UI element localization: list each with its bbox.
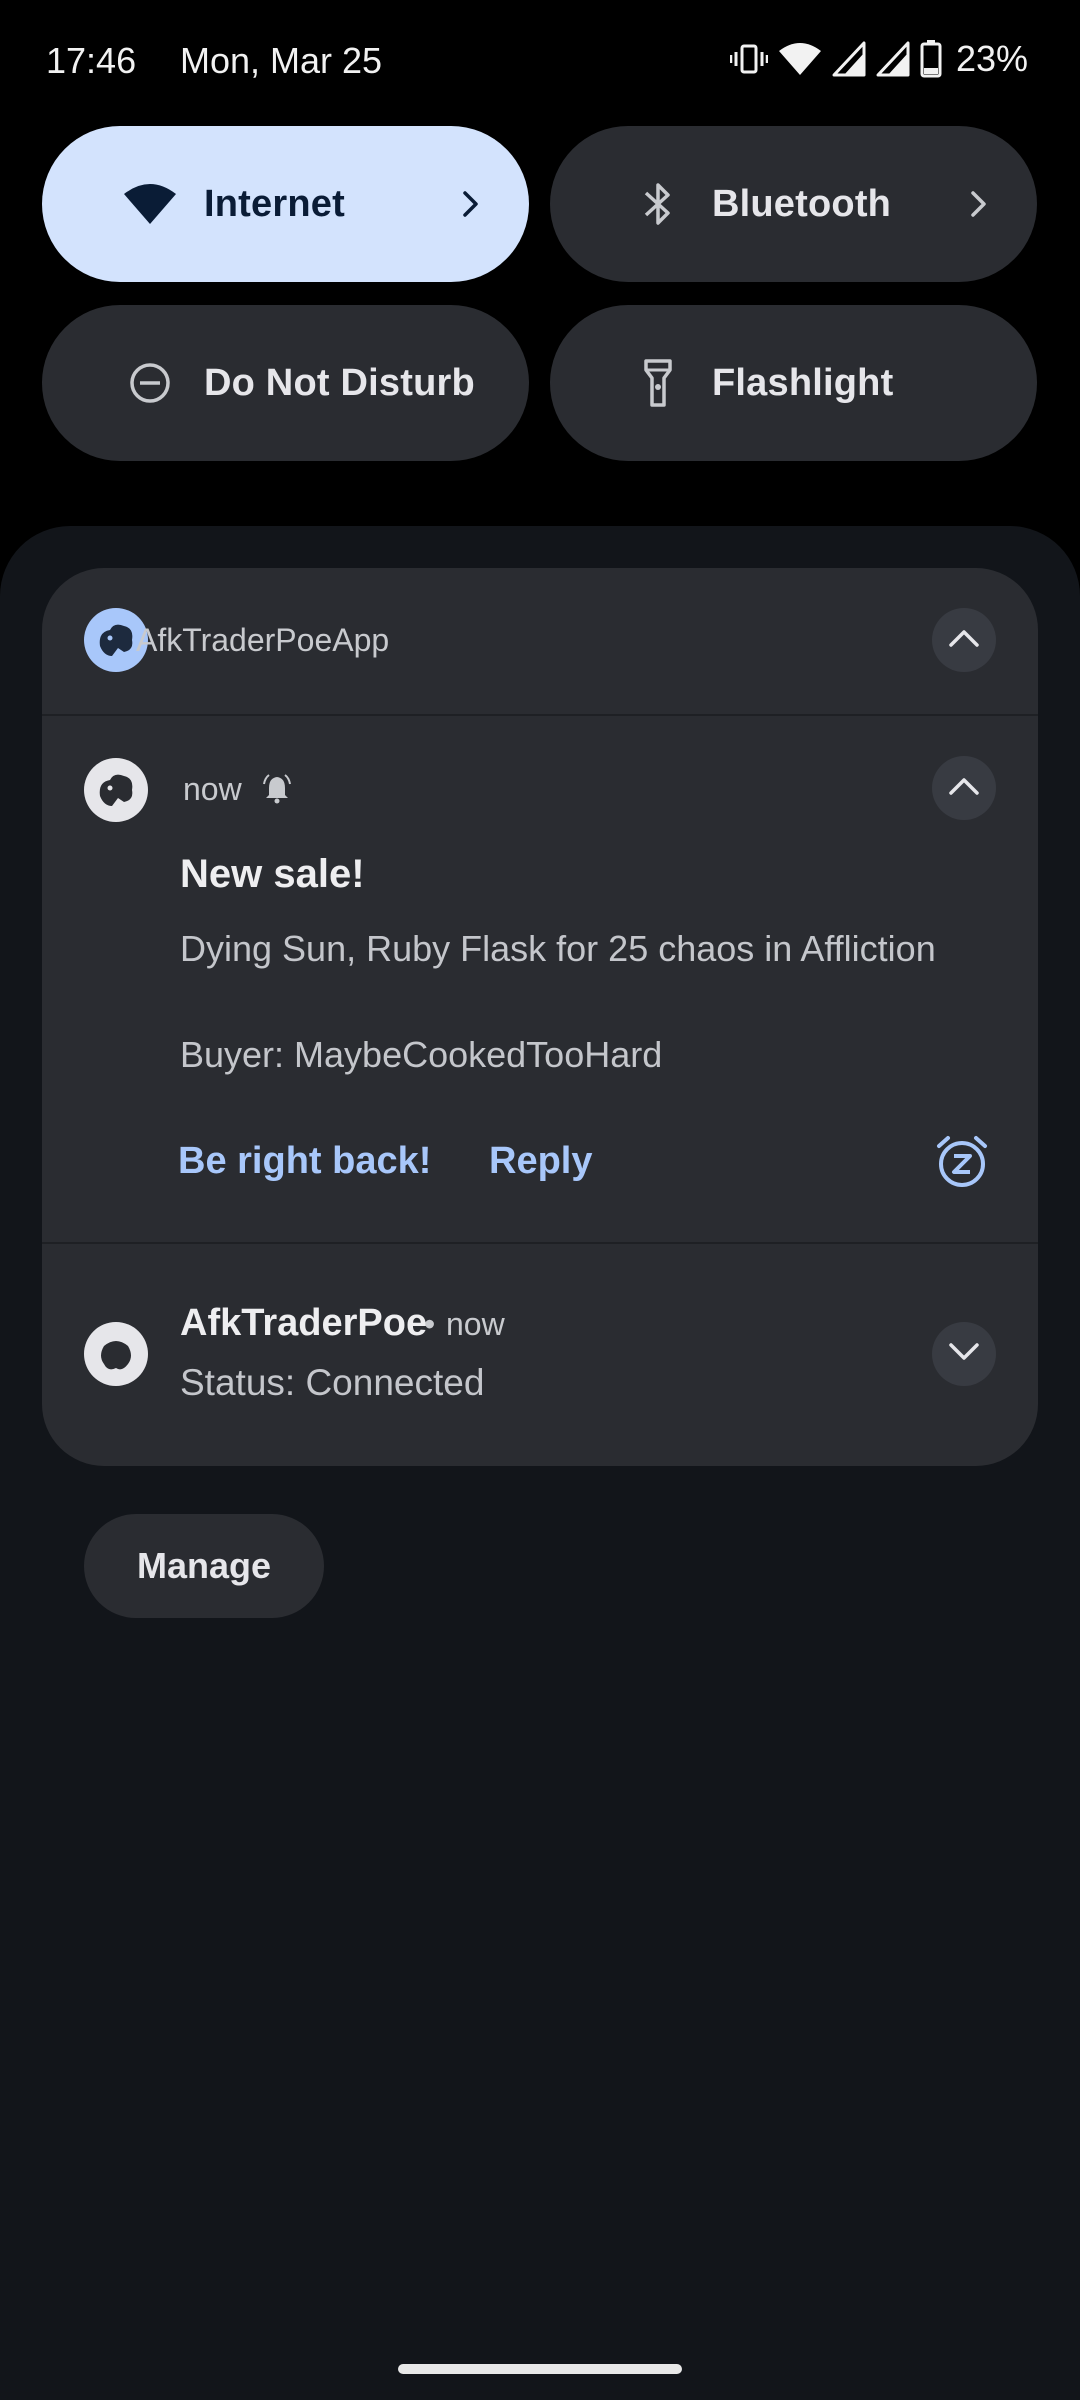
be-right-back-button[interactable]: Be right back! (178, 1140, 431, 1183)
dnd-icon (120, 353, 180, 413)
divider (42, 1242, 1038, 1244)
tile-label: Flashlight (712, 361, 894, 404)
app-icon (84, 1322, 148, 1386)
tile-label: Bluetooth (712, 182, 892, 225)
chevron-right-icon (963, 189, 993, 219)
tile-label: Do Not Disturb (204, 361, 475, 404)
alert-bell-icon (260, 772, 294, 811)
tile-internet[interactable]: Internet (42, 126, 529, 282)
bluetooth-icon (628, 174, 688, 234)
manage-button[interactable]: Manage (84, 1514, 324, 1618)
group-app-name: AfkTraderPoeApp (136, 622, 390, 658)
signal-icon (876, 41, 910, 77)
tile-bluetooth[interactable]: Bluetooth (550, 126, 1037, 282)
chevron-up-icon (947, 627, 981, 654)
collapse-group-button[interactable] (932, 608, 996, 672)
status-time: 17:46 (46, 40, 137, 81)
notification-buyer: Buyer: MaybeCookedTooHard (180, 1034, 663, 1075)
divider (42, 714, 1038, 716)
collapse-notification-button[interactable] (932, 756, 996, 820)
tile-flashlight[interactable]: Flashlight (550, 305, 1037, 461)
home-gesture-handle[interactable] (398, 2364, 682, 2374)
status-bar: 17:46 Mon, Mar 25 23% (0, 0, 1080, 126)
wifi-icon (120, 174, 180, 234)
status-icons: 23% (729, 38, 1028, 80)
notification-time: now (446, 1306, 505, 1342)
notification-app-name: AfkTraderPoe (180, 1302, 428, 1344)
reply-button[interactable]: Reply (489, 1140, 592, 1183)
vibrate-icon (729, 40, 768, 78)
status-date: Mon, Mar 25 (180, 40, 383, 81)
chevron-up-icon (947, 775, 981, 802)
notification-text: Status: Connected (180, 1362, 485, 1403)
chevron-down-icon (947, 1341, 981, 1368)
separator-dot: • (424, 1306, 436, 1342)
flashlight-icon (628, 353, 688, 413)
signal-icon (832, 41, 866, 77)
snooze-icon[interactable] (934, 1134, 990, 1195)
tile-label: Internet (204, 182, 345, 225)
tile-do-not-disturb[interactable]: Do Not Disturb (42, 305, 529, 461)
wifi-icon (778, 41, 822, 77)
battery-percent: 23% (955, 38, 1028, 79)
expand-notification-button[interactable] (932, 1322, 996, 1386)
notification-time: now (183, 771, 242, 807)
app-icon (84, 758, 148, 822)
notification-body: Dying Sun, Ruby Flask for 25 chaos in Af… (180, 928, 936, 969)
chevron-right-icon (455, 189, 485, 219)
battery-icon (920, 40, 942, 78)
notification-title: New sale! (180, 852, 365, 896)
